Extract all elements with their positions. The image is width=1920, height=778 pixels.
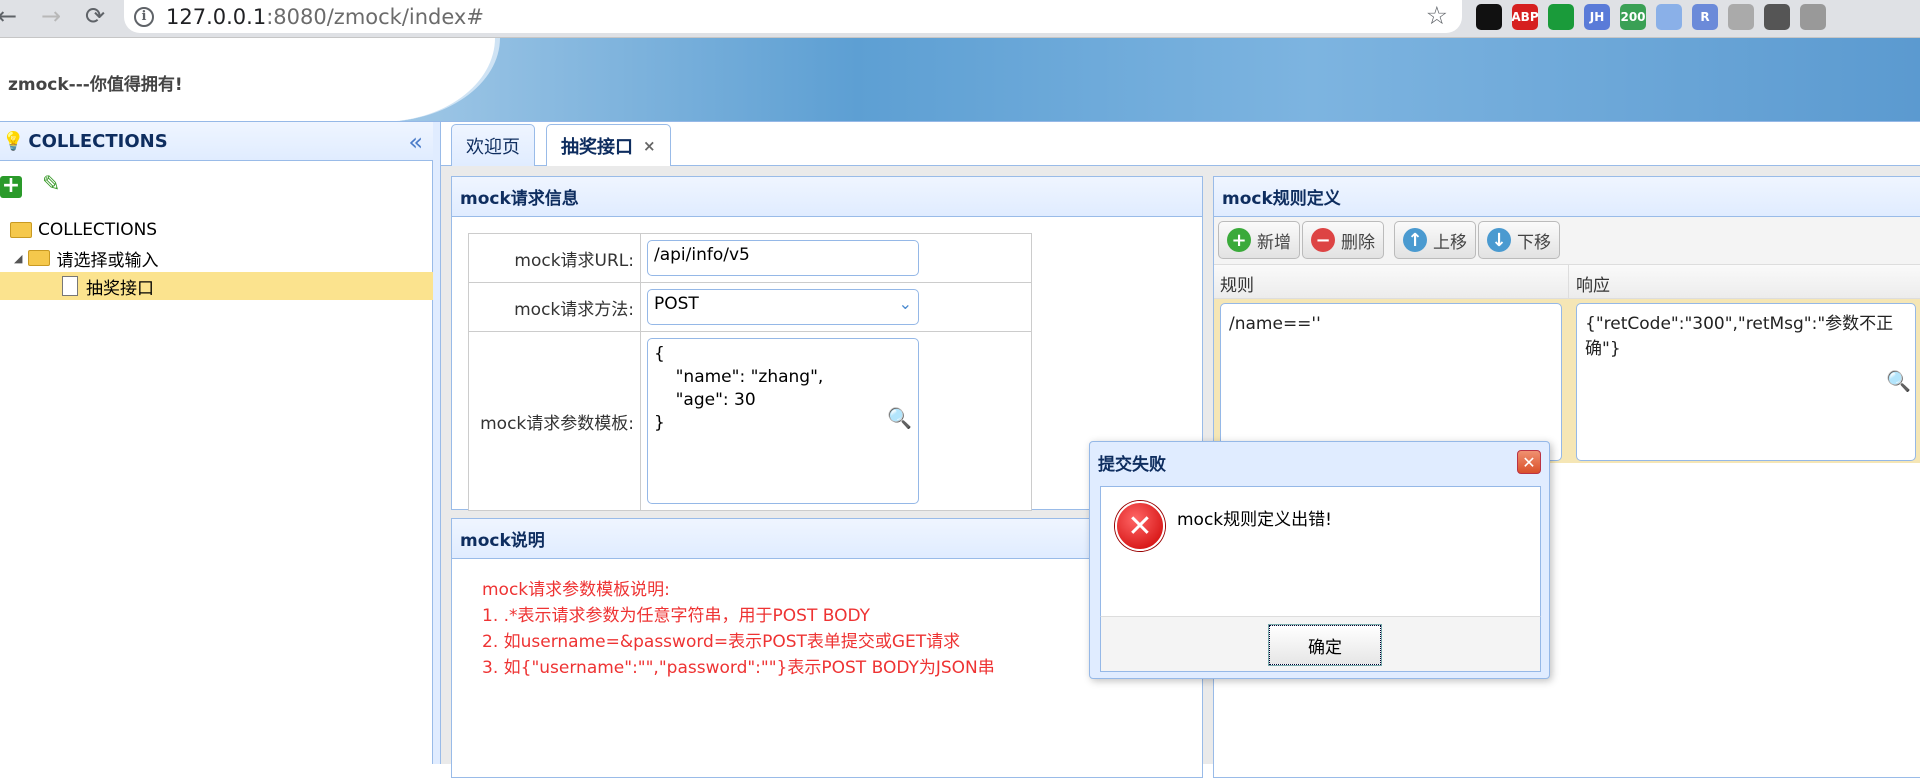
collections-panel-header: 💡 COLLECTIONS «: [0, 122, 433, 161]
extension-icon[interactable]: [1800, 4, 1826, 30]
dialog-close-icon[interactable]: ✕: [1517, 450, 1541, 474]
button-label: 删除: [1341, 232, 1375, 253]
url-label: mock请求URL:: [469, 234, 641, 282]
tab-close-icon[interactable]: ×: [643, 137, 656, 155]
tab-lottery-api[interactable]: 抽奖接口 ×: [546, 124, 671, 167]
extension-icon[interactable]: [1548, 4, 1574, 30]
tab-welcome[interactable]: 欢迎页: [451, 124, 535, 166]
rules-grid-header: 规则 响应: [1214, 265, 1920, 299]
magnifier-icon[interactable]: 🔍: [887, 406, 912, 430]
arrow-down-icon: ↓: [1487, 228, 1511, 252]
response-editor[interactable]: {"retCode":"300","retMsg":"参数不正确"}: [1576, 303, 1916, 461]
add-rule-button[interactable]: + 新增: [1218, 221, 1300, 259]
panel-title: mock请求信息: [452, 177, 1202, 217]
form-row-params: mock请求参数模板: { "name": "zhang", "age": 30…: [468, 331, 1032, 511]
back-icon[interactable]: ←: [0, 2, 24, 30]
column-header-rule: 规则: [1220, 276, 1254, 296]
magnifier-icon[interactable]: 🔍: [1886, 369, 1911, 393]
delete-rule-button[interactable]: − 删除: [1302, 221, 1384, 259]
expand-triangle-icon[interactable]: ◢: [14, 252, 22, 265]
forward-icon[interactable]: →: [34, 2, 68, 30]
folder-open-icon: [28, 250, 51, 266]
header-banner: [400, 38, 1920, 122]
folder-icon: [10, 222, 32, 238]
add-icon[interactable]: +: [0, 175, 22, 198]
ok-button[interactable]: 确定: [1268, 624, 1382, 666]
column-header-response: 响应: [1576, 276, 1610, 296]
tree-node-label: COLLECTIONS: [38, 220, 158, 240]
collections-title: COLLECTIONS: [28, 130, 168, 152]
button-label: 下移: [1517, 232, 1551, 253]
tree-node-label: 请选择或输入: [56, 250, 159, 271]
panel-title: mock规则定义: [1214, 177, 1920, 217]
extension-label: ABP: [1511, 10, 1539, 24]
dialog-footer: 确定: [1100, 616, 1541, 672]
splitter[interactable]: [433, 122, 441, 764]
extension-icon[interactable]: [1656, 4, 1682, 30]
document-icon: [62, 276, 78, 296]
plus-icon: +: [1227, 228, 1251, 252]
extension-icon[interactable]: R: [1692, 4, 1718, 30]
extension-icon[interactable]: [1764, 4, 1790, 30]
rules-grid-row[interactable]: /name=='' {"retCode":"300","retMsg":"参数不…: [1214, 299, 1920, 463]
tree-node-leaf-selected[interactable]: 抽奖接口: [0, 272, 433, 300]
minus-icon: −: [1311, 228, 1335, 252]
browser-toolbar: ← → ⟳ i 127.0.0.1:8080/zmock/index# ☆ AB…: [0, 0, 1920, 38]
bookmark-star-icon[interactable]: ☆: [1426, 1, 1448, 30]
button-label: 上移: [1433, 232, 1467, 253]
error-dialog: 提交失败 ✕ ✕ mock规则定义出错! 确定: [1089, 441, 1550, 679]
method-selected-value: POST: [654, 294, 699, 314]
params-label: mock请求参数模板:: [469, 332, 641, 510]
column-divider: [1568, 265, 1569, 299]
extension-label: JH: [1589, 10, 1605, 24]
method-label: mock请求方法:: [469, 283, 641, 331]
lightbulb-icon: 💡: [2, 130, 25, 152]
collections-panel: 💡 COLLECTIONS « + ✎ COLLECTIONS ◢ 请选择或输入…: [0, 122, 433, 764]
collections-toolbar: + ✎: [0, 162, 433, 212]
reload-icon[interactable]: ⟳: [78, 2, 112, 30]
button-label: 新增: [1257, 232, 1291, 253]
extension-icon[interactable]: [1476, 4, 1502, 30]
extension-label: R: [1700, 10, 1710, 24]
address-bar[interactable]: i 127.0.0.1:8080/zmock/index# ☆: [124, 0, 1462, 33]
rule-editor[interactable]: /name=='': [1220, 303, 1562, 461]
collections-tree: COLLECTIONS ◢ 请选择或输入 抽奖接口: [0, 216, 433, 300]
extension-label: 200: [1620, 10, 1646, 24]
tab-label: 抽奖接口: [561, 137, 633, 158]
tree-node-label: 抽奖接口: [86, 278, 154, 299]
tab-bar: 欢迎页 抽奖接口 ×: [441, 122, 1920, 167]
arrow-up-icon: ↑: [1403, 228, 1427, 252]
tree-node-child[interactable]: ◢ 请选择或输入: [0, 244, 433, 272]
dialog-title: 提交失败: [1098, 455, 1166, 475]
method-select[interactable]: POST ⌄: [647, 289, 919, 325]
params-textarea[interactable]: { "name": "zhang", "age": 30 }: [647, 338, 919, 504]
error-icon: ✕: [1115, 501, 1165, 551]
move-up-button[interactable]: ↑ 上移: [1394, 221, 1476, 259]
chevron-down-icon[interactable]: ⌄: [899, 294, 912, 313]
url-host: 127.0.0.1: [166, 4, 267, 29]
extension-icon[interactable]: 200: [1620, 4, 1646, 30]
collapse-icon[interactable]: «: [408, 128, 423, 156]
tab-label: 欢迎页: [466, 136, 520, 158]
dialog-body: ✕ mock规则定义出错!: [1100, 486, 1541, 616]
info-icon[interactable]: i: [134, 6, 154, 27]
extension-icon[interactable]: ABP: [1511, 4, 1539, 30]
move-down-button[interactable]: ↓ 下移: [1478, 221, 1560, 259]
app-title: zmock---你值得拥有!: [8, 75, 183, 95]
edit-pencil-icon[interactable]: ✎: [42, 172, 60, 197]
url-input[interactable]: /api/info/v5: [647, 240, 919, 276]
extension-icon[interactable]: JH: [1584, 4, 1610, 30]
dialog-message: mock规则定义出错!: [1177, 510, 1332, 530]
tree-node-root[interactable]: COLLECTIONS: [0, 216, 433, 244]
rules-toolbar: + 新增 − 删除 ↑ 上移 ↓ 下移: [1214, 217, 1920, 265]
url-path: :8080/zmock/index#: [266, 4, 484, 29]
form-row-url: mock请求URL: /api/info/v5: [468, 233, 1032, 283]
form-row-method: mock请求方法: POST ⌄: [468, 282, 1032, 332]
extension-icon[interactable]: [1728, 4, 1754, 30]
